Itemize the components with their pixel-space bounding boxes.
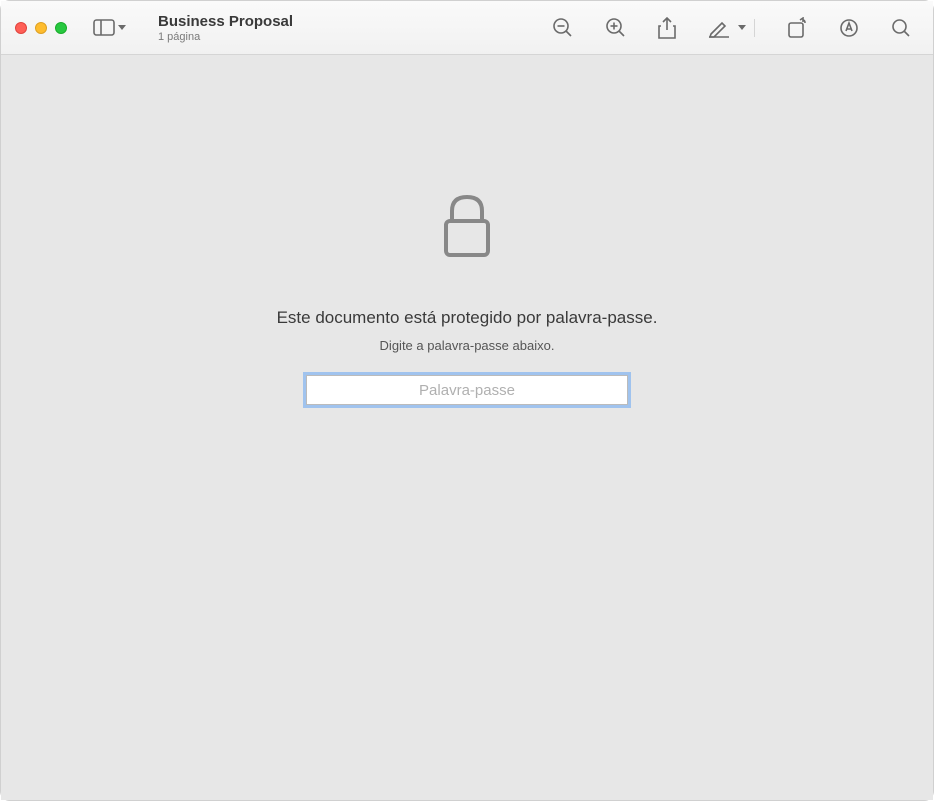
protected-message: Este documento está protegido por palavr… <box>277 308 658 328</box>
document-subtitle: 1 página <box>158 31 293 43</box>
search-icon <box>891 18 911 38</box>
highlight-icon <box>839 18 859 38</box>
document-title: Business Proposal <box>158 13 293 30</box>
chevron-down-icon <box>738 25 746 31</box>
markup-group <box>708 18 755 38</box>
content-area: Este documento está protegido por palavr… <box>1 55 933 800</box>
chevron-down-icon <box>118 25 126 31</box>
document-title-area: Business Proposal 1 página <box>158 13 293 43</box>
share-icon <box>658 17 676 39</box>
zoom-out-button[interactable] <box>552 17 573 38</box>
zoom-in-button[interactable] <box>605 17 626 38</box>
share-button[interactable] <box>658 17 676 39</box>
zoom-in-icon <box>605 17 626 38</box>
sidebar-icon <box>93 19 115 36</box>
markup-button[interactable] <box>708 18 730 38</box>
toolbar <box>552 17 919 39</box>
rotate-icon <box>787 17 807 39</box>
rotate-button[interactable] <box>787 17 807 39</box>
maximize-button[interactable] <box>55 22 67 34</box>
close-button[interactable] <box>15 22 27 34</box>
lock-icon <box>442 193 492 264</box>
sidebar-toggle-button[interactable] <box>93 19 126 36</box>
window-controls <box>15 22 67 34</box>
search-button[interactable] <box>891 18 911 38</box>
instruction-text: Digite a palavra-passe abaixo. <box>380 338 555 353</box>
divider <box>754 19 755 37</box>
password-input[interactable] <box>306 375 628 405</box>
minimize-button[interactable] <box>35 22 47 34</box>
markup-icon <box>708 18 730 38</box>
zoom-out-icon <box>552 17 573 38</box>
titlebar: Business Proposal 1 página <box>1 1 933 55</box>
highlight-button[interactable] <box>839 18 859 38</box>
markup-menu-button[interactable] <box>738 25 746 31</box>
